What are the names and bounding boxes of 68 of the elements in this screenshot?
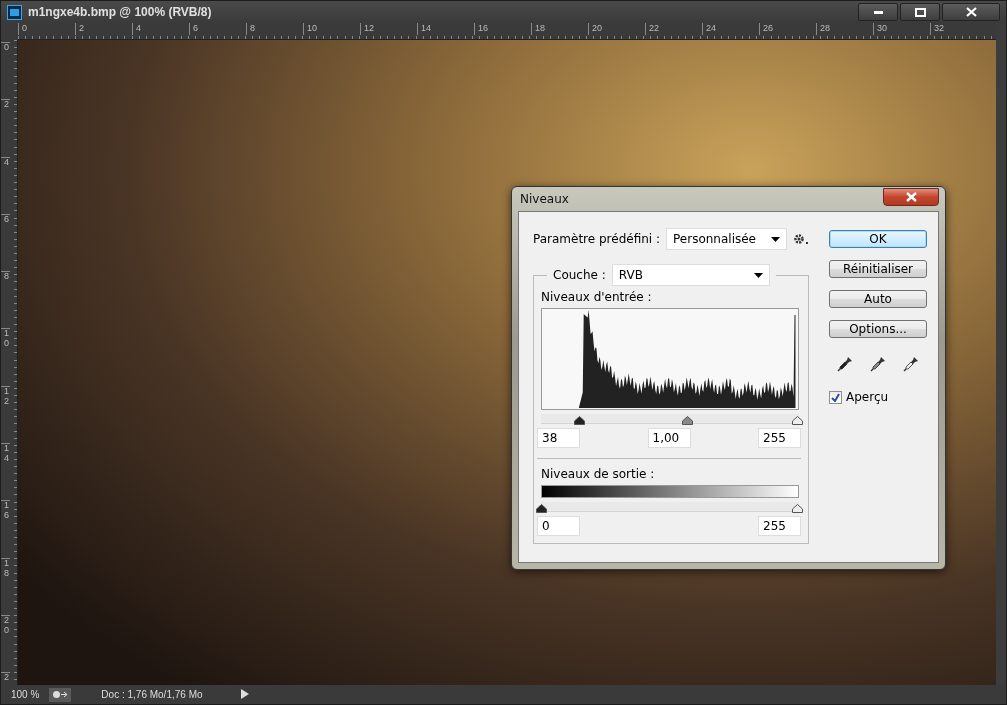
maximize-button[interactable] — [900, 3, 940, 21]
preset-label: Paramètre prédéfini : — [533, 232, 660, 246]
slider-handle[interactable] — [792, 502, 803, 511]
maximize-icon — [914, 7, 926, 17]
ruler-label: 32 — [930, 23, 987, 35]
dialog-button[interactable]: Auto — [829, 290, 927, 308]
ruler-label: 18 — [1, 557, 10, 615]
ruler-label: 20 — [588, 23, 645, 35]
ruler-label: 0 — [18, 23, 75, 35]
ruler-label: 8 — [1, 271, 10, 329]
window-title: m1ngxe4b.bmp @ 100% (RVB/8) — [28, 5, 213, 19]
minimize-button[interactable] — [858, 3, 898, 21]
ruler-label: 12 — [360, 23, 417, 35]
preset-dropdown[interactable]: Personnalisée — [666, 228, 787, 250]
ruler-label: 12 — [1, 385, 10, 444]
eyedropper-icon[interactable] — [837, 356, 854, 372]
channel-label: Couche : — [553, 268, 606, 282]
ruler-label: 10 — [303, 23, 360, 35]
ruler-label: 20 — [1, 614, 10, 673]
input-level-field[interactable]: 1,00 — [647, 428, 691, 448]
ruler-label: 4 — [132, 23, 189, 35]
ruler-label: 26 — [759, 23, 816, 35]
minimize-icon — [873, 10, 883, 14]
zoom-level: 100 % — [11, 689, 40, 700]
input-levels-label: Niveaux d'entrée : — [541, 290, 653, 304]
preview-checkbox[interactable]: Aperçu — [829, 390, 927, 404]
caret-icon — [771, 236, 780, 242]
slider-handle[interactable] — [792, 414, 803, 423]
ruler-label: 16 — [1, 500, 10, 558]
output-level-field[interactable]: 0 — [537, 516, 580, 536]
app-logo-icon — [7, 4, 22, 20]
input-level-field[interactable]: 255 — [758, 428, 801, 448]
ruler-label: 30 — [873, 23, 930, 35]
ruler-label: 2 — [1, 99, 10, 157]
close-button[interactable] — [883, 187, 939, 206]
ruler-label: 6 — [189, 23, 246, 35]
ruler-label: 10 — [1, 328, 10, 386]
eyedropper-icon[interactable] — [902, 356, 919, 372]
document-size: Doc : 1,76 Mo/1,76 Mo — [100, 689, 204, 700]
ruler-label: 14 — [417, 23, 474, 35]
slider-handle[interactable] — [536, 502, 547, 511]
slider-handle[interactable] — [574, 414, 586, 423]
ruler-label: 8 — [246, 23, 303, 35]
channel-dropdown[interactable]: RVB — [611, 264, 770, 286]
ruler-label: 24 — [702, 23, 759, 35]
ruler-label: 6 — [1, 213, 10, 272]
checkmark-icon — [831, 392, 840, 402]
dialog-button[interactable]: Options... — [829, 320, 927, 338]
ruler-label: 18 — [531, 23, 588, 35]
close-button[interactable] — [942, 3, 1000, 21]
close-icon — [965, 7, 977, 17]
caret-icon — [753, 272, 763, 278]
output-level-field[interactable]: 255 — [758, 516, 801, 536]
ruler-label: 16 — [474, 23, 531, 35]
ruler-label: 28 — [816, 23, 873, 35]
input-level-field[interactable]: 38 — [537, 428, 580, 448]
output-levels-label: Niveaux de sortie : — [541, 467, 656, 481]
dialog-button[interactable]: OK — [829, 230, 927, 248]
dialog-title: Niveaux — [520, 192, 569, 206]
dialog-button[interactable]: Réinitialiser — [829, 260, 927, 278]
slider-handle[interactable] — [681, 414, 693, 423]
ruler-label: 22 — [645, 23, 702, 35]
ruler-label: 0 — [1, 42, 10, 100]
ruler-label: 14 — [1, 443, 10, 501]
ruler-label: 2 — [75, 23, 132, 35]
ruler-label: 4 — [1, 156, 10, 214]
close-icon — [905, 191, 917, 202]
eyedropper-icon[interactable] — [870, 356, 886, 372]
